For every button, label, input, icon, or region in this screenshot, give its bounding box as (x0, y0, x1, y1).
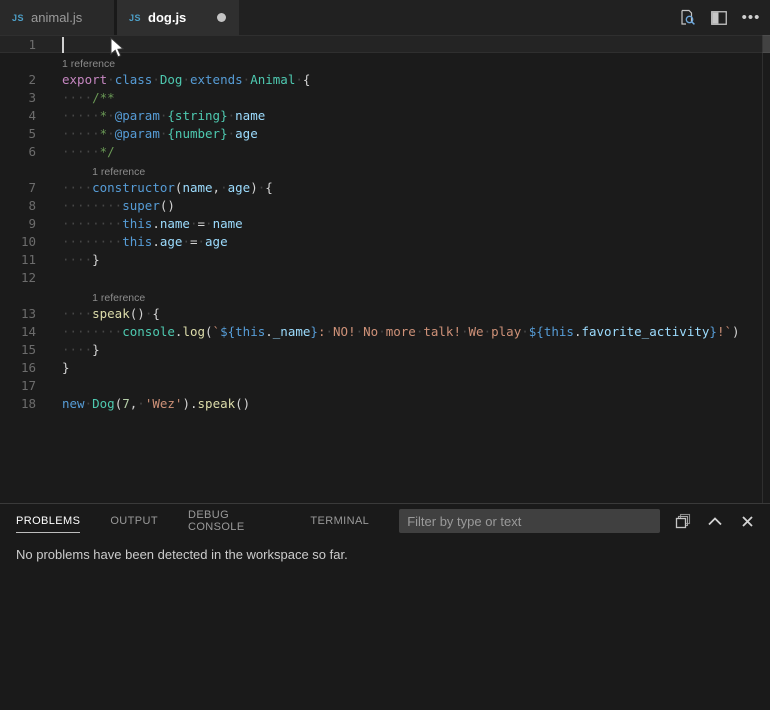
javascript-file-icon: JS (129, 13, 141, 23)
code-line[interactable]: 15····} (0, 341, 770, 359)
code-line-text: } (36, 359, 70, 377)
code-line[interactable]: 13····speak()·{ (0, 305, 770, 323)
code-line[interactable]: 16} (0, 359, 770, 377)
code-line-text: export·class·Dog·extends·Animal·{ (36, 71, 310, 89)
code-line[interactable]: 2export·class·Dog·extends·Animal·{ (0, 71, 770, 89)
line-number[interactable]: 8 (0, 197, 36, 215)
scroll-thumb[interactable] (763, 35, 770, 53)
line-number[interactable]: 6 (0, 143, 36, 161)
panel-header: PROBLEMS OUTPUT DEBUG CONSOLE TERMINAL (0, 504, 770, 538)
panel-tab-terminal[interactable]: TERMINAL (310, 504, 369, 538)
code-line[interactable]: 1 (0, 35, 770, 53)
code-line-text (36, 269, 62, 287)
line-number[interactable]: 1 (0, 36, 36, 52)
line-number[interactable]: 11 (0, 251, 36, 269)
tab-label: dog.js (148, 10, 186, 25)
line-number[interactable]: 2 (0, 71, 36, 89)
code-line-text: new·Dog(7,·'Wez').speak() (36, 395, 250, 413)
code-line[interactable]: 17 (0, 377, 770, 395)
code-line-text: ········console.log(`${this._name}:·NO!·… (36, 323, 740, 341)
line-number[interactable]: 5 (0, 125, 36, 143)
code-line[interactable]: 4·····*·@param·{string}·name (0, 107, 770, 125)
code-line[interactable]: 10········this.age·=·age (0, 233, 770, 251)
code-line[interactable]: 12 (0, 269, 770, 287)
code-line-text: ·····*·@param·{number}·age (36, 125, 258, 143)
line-number[interactable]: 15 (0, 341, 36, 359)
line-number[interactable]: 4 (0, 107, 36, 125)
code-line[interactable]: 14········console.log(`${this._name}:·NO… (0, 323, 770, 341)
code-line[interactable]: 7····constructor(name,·age)·{ (0, 179, 770, 197)
line-number[interactable]: 13 (0, 305, 36, 323)
code-line[interactable]: 11····} (0, 251, 770, 269)
code-line-text: ····} (36, 341, 100, 359)
line-number[interactable]: 17 (0, 377, 36, 395)
editor-scrollbar[interactable] (762, 35, 770, 503)
split-editor-icon[interactable] (710, 9, 728, 27)
tab-animal-js[interactable]: JS animal.js (0, 0, 117, 35)
text-caret (62, 37, 64, 53)
javascript-file-icon: JS (12, 13, 24, 23)
code-line-text: ·····*·@param·{string}·name (36, 107, 265, 125)
tab-dog-js[interactable]: JS dog.js (117, 0, 239, 35)
code-lines: 11 reference2export·class·Dog·extends·An… (0, 35, 770, 413)
codelens-row: 1 reference (0, 53, 770, 71)
problems-filter-input[interactable] (399, 509, 660, 533)
editor-tab-bar: JS animal.js JS dog.js (0, 0, 770, 35)
code-line[interactable]: 3····/** (0, 89, 770, 107)
more-actions-icon[interactable]: ••• (742, 9, 760, 27)
line-number[interactable]: 7 (0, 179, 36, 197)
line-number[interactable]: 16 (0, 359, 36, 377)
panel-tab-debug-console[interactable]: DEBUG CONSOLE (188, 504, 280, 538)
problems-panel-body: No problems have been detected in the wo… (0, 538, 770, 572)
maximize-panel-chevron-up-icon[interactable] (704, 510, 726, 532)
code-line[interactable]: 6·····*/ (0, 143, 770, 161)
code-line-text: ····} (36, 251, 100, 269)
code-line-text (36, 377, 62, 395)
line-number[interactable]: 18 (0, 395, 36, 413)
code-line[interactable]: 8········super() (0, 197, 770, 215)
bottom-panel: PROBLEMS OUTPUT DEBUG CONSOLE TERMINAL (0, 503, 770, 710)
panel-actions (660, 510, 770, 532)
code-line-text: ········this.name·=·name (36, 215, 243, 233)
code-line-text: ·····*/ (36, 143, 115, 161)
code-line-text: ········super() (36, 197, 175, 215)
stacked-panels-icon[interactable] (672, 510, 694, 532)
no-problems-message: No problems have been detected in the wo… (16, 547, 348, 562)
code-line-text: ····constructor(name,·age)·{ (36, 179, 273, 197)
editor-actions: ••• (678, 0, 770, 35)
line-number[interactable]: 12 (0, 269, 36, 287)
close-panel-icon[interactable] (736, 510, 758, 532)
line-number[interactable]: 14 (0, 323, 36, 341)
code-line-text: ····speak()·{ (36, 305, 160, 323)
search-editor-icon[interactable] (678, 9, 696, 27)
code-line[interactable]: 5·····*·@param·{number}·age (0, 125, 770, 143)
code-line-text: ········this.age·=·age (36, 233, 228, 251)
unsaved-changes-dot-icon[interactable] (217, 13, 226, 22)
code-line[interactable]: 9········this.name·=·name (0, 215, 770, 233)
panel-tab-problems[interactable]: PROBLEMS (16, 504, 80, 538)
code-line-text (36, 36, 62, 52)
code-line-text: ····/** (36, 89, 115, 107)
line-number[interactable]: 10 (0, 233, 36, 251)
code-editor[interactable]: 11 reference2export·class·Dog·extends·An… (0, 35, 770, 503)
codelens-row: 1 reference (0, 161, 770, 179)
code-line[interactable]: 18new·Dog(7,·'Wez').speak() (0, 395, 770, 413)
line-number[interactable]: 9 (0, 215, 36, 233)
codelens-row: 1 reference (0, 287, 770, 305)
line-number[interactable]: 3 (0, 89, 36, 107)
panel-tab-output[interactable]: OUTPUT (110, 504, 158, 538)
vscode-window: JS animal.js JS dog.js (0, 0, 770, 710)
tab-label: animal.js (31, 10, 82, 25)
